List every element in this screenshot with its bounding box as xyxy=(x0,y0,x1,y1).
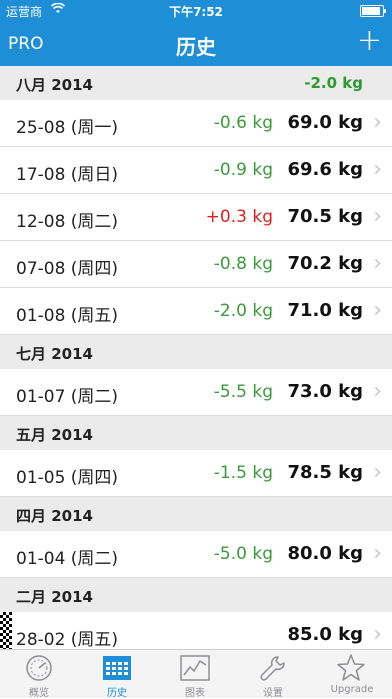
row-weight: 80.0 kg xyxy=(287,543,363,564)
row-date: 01-08 (周五) xyxy=(16,306,119,326)
row-change: -5.5 kg xyxy=(213,382,273,402)
tab-bar: 概览 历史 图表 设置 Upgrade xyxy=(0,649,392,699)
calendar-icon xyxy=(103,656,131,680)
battery-icon xyxy=(360,5,386,17)
section-header: 七月 2014 xyxy=(0,335,392,369)
history-row[interactable]: 01-08 (周五) -2.0 kg 71.0 kg › xyxy=(0,288,392,335)
row-change: -1.5 kg xyxy=(213,463,273,483)
row-date: 01-05 (周四) xyxy=(16,468,119,488)
row-date: 12-08 (周二) xyxy=(16,212,119,232)
section-header: 四月 2014 xyxy=(0,497,392,531)
row-date: 28-02 (周五) xyxy=(16,630,119,649)
section-title: 四月 2014 xyxy=(16,507,93,525)
history-row[interactable]: 07-08 (周四) -0.8 kg 70.2 kg › xyxy=(0,241,392,288)
history-row[interactable]: 01-07 (周二) -5.5 kg 73.0 kg › xyxy=(0,369,392,416)
section-title: 八月 2014 xyxy=(16,76,93,94)
row-weight: 69.6 kg xyxy=(287,159,363,180)
tab-label: Upgrade xyxy=(330,684,374,695)
chevron-right-icon: › xyxy=(373,622,382,647)
tab-settings[interactable]: 设置 xyxy=(234,650,312,699)
star-icon xyxy=(337,654,365,681)
chevron-right-icon: › xyxy=(373,110,382,135)
section-header: 八月 2014 -2.0 kg xyxy=(0,66,392,100)
chevron-right-icon: › xyxy=(373,460,382,485)
section-header: 五月 2014 xyxy=(0,416,392,450)
section-title: 二月 2014 xyxy=(16,588,93,606)
row-weight: 70.5 kg xyxy=(287,206,363,227)
tab-overview[interactable]: 概览 xyxy=(0,650,78,699)
chevron-right-icon: › xyxy=(373,379,382,404)
row-date: 01-04 (周二) xyxy=(16,549,119,569)
section-total: -2.0 kg xyxy=(304,74,363,92)
row-date: 01-07 (周二) xyxy=(16,387,119,407)
row-change: -5.0 kg xyxy=(213,544,273,564)
row-weight: 85.0 kg xyxy=(287,624,363,645)
row-change: -2.0 kg xyxy=(213,301,273,321)
gauge-icon xyxy=(26,655,52,681)
status-time: 下午7:52 xyxy=(169,5,223,19)
chevron-right-icon: › xyxy=(373,541,382,566)
row-change: -0.9 kg xyxy=(213,160,273,180)
history-row[interactable]: 17-08 (周日) -0.9 kg 69.6 kg › xyxy=(0,147,392,194)
history-list[interactable]: 八月 2014 -2.0 kg 25-08 (周一) -0.6 kg 69.0 … xyxy=(0,66,392,649)
row-weight: 73.0 kg xyxy=(287,381,363,402)
chevron-right-icon: › xyxy=(373,251,382,276)
row-date: 25-08 (周一) xyxy=(16,118,119,138)
section-header: 二月 2014 xyxy=(0,578,392,612)
status-bar: 运营商 下午7:52 xyxy=(0,0,392,22)
section-title: 七月 2014 xyxy=(16,345,93,363)
chevron-right-icon: › xyxy=(373,298,382,323)
history-row[interactable]: 01-05 (周四) -1.5 kg 78.5 kg › xyxy=(0,450,392,497)
page-title: 历史 xyxy=(176,35,216,59)
wrench-icon xyxy=(260,656,285,681)
nav-bar: PRO 历史 + xyxy=(0,22,392,66)
history-row[interactable]: 12-08 (周二) +0.3 kg 70.5 kg › xyxy=(0,194,392,241)
section-title: 五月 2014 xyxy=(16,426,93,444)
history-row[interactable]: 25-08 (周一) -0.6 kg 69.0 kg › xyxy=(0,100,392,147)
row-weight: 78.5 kg xyxy=(287,462,363,483)
tab-upgrade[interactable]: Upgrade xyxy=(312,650,392,698)
row-date: 07-08 (周四) xyxy=(16,259,119,279)
chart-icon xyxy=(180,655,210,681)
tab-history[interactable]: 历史 xyxy=(78,650,156,699)
history-row[interactable]: 28-02 (周五) 85.0 kg › xyxy=(0,612,392,649)
chevron-right-icon: › xyxy=(373,204,382,229)
history-row[interactable]: 01-04 (周二) -5.0 kg 80.0 kg › xyxy=(0,531,392,578)
tab-chart[interactable]: 图表 xyxy=(156,650,234,699)
start-flag-icon xyxy=(0,612,12,649)
row-change: -0.6 kg xyxy=(213,113,273,133)
row-change: -0.8 kg xyxy=(213,254,273,274)
row-weight: 70.2 kg xyxy=(287,253,363,274)
chevron-right-icon: › xyxy=(373,157,382,182)
row-weight: 69.0 kg xyxy=(287,112,363,133)
add-entry-button[interactable]: + xyxy=(357,26,382,56)
row-change: +0.3 kg xyxy=(205,207,273,227)
row-weight: 71.0 kg xyxy=(287,300,363,321)
row-date: 17-08 (周日) xyxy=(16,165,119,185)
